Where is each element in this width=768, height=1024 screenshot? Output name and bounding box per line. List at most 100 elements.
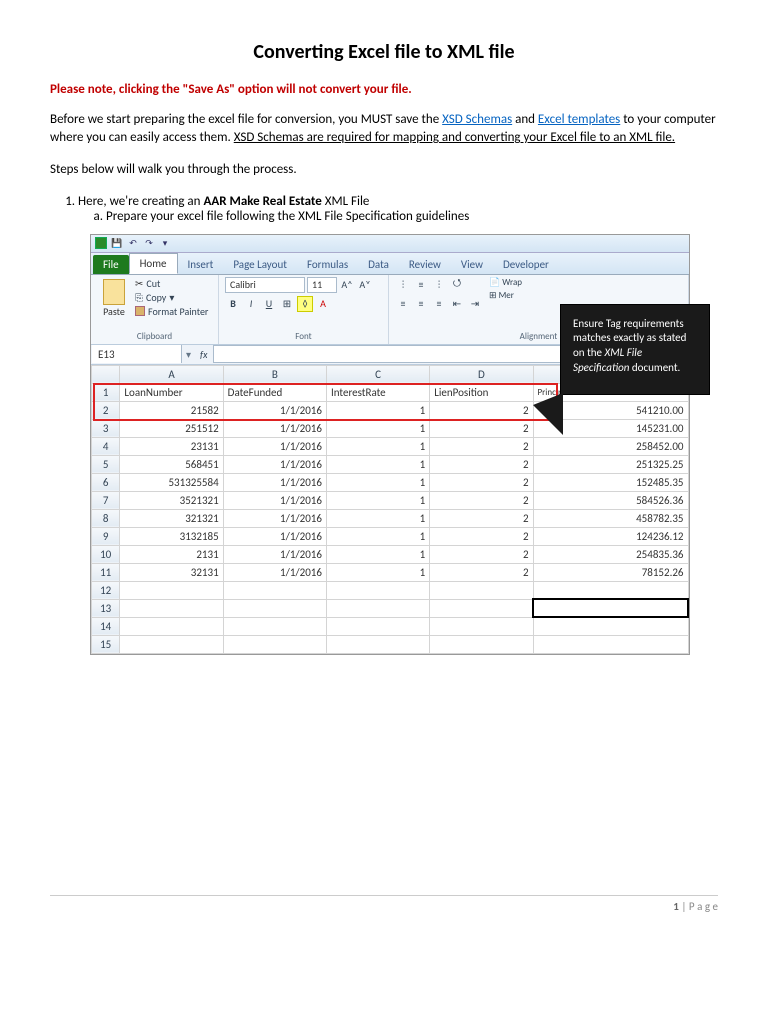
tab-page-layout[interactable]: Page Layout [223, 255, 297, 274]
cell[interactable] [326, 617, 429, 635]
cell[interactable]: 23131 [120, 437, 223, 455]
cell[interactable]: 1/1/2016 [223, 491, 326, 509]
cell[interactable] [120, 617, 223, 635]
col-header[interactable]: B [223, 365, 326, 383]
cell[interactable]: 2 [430, 419, 533, 437]
xsd-schemas-link[interactable]: XSD Schemas [442, 112, 512, 127]
cell[interactable] [430, 635, 533, 653]
row-header[interactable]: 9 [92, 527, 120, 545]
cell[interactable]: 2 [430, 455, 533, 473]
cell[interactable]: 2 [430, 545, 533, 563]
cell[interactable] [120, 581, 223, 599]
orientation-icon[interactable]: ⭯ [449, 277, 465, 293]
cell[interactable]: 3521321 [120, 491, 223, 509]
cell[interactable]: 1/1/2016 [223, 401, 326, 419]
paste-button[interactable]: Paste [97, 277, 131, 318]
cell[interactable]: 2 [430, 509, 533, 527]
tab-insert[interactable]: Insert [178, 255, 224, 274]
cell[interactable]: 1/1/2016 [223, 509, 326, 527]
font-name-combo[interactable]: Calibri [225, 277, 305, 293]
row-header[interactable]: 8 [92, 509, 120, 527]
tab-developer[interactable]: Developer [493, 255, 559, 274]
cell[interactable]: 32131 [120, 563, 223, 581]
wrap-text-button[interactable]: 📄 Wrap [489, 277, 522, 288]
row-header[interactable]: 6 [92, 473, 120, 491]
cell[interactable]: 1/1/2016 [223, 563, 326, 581]
row-header[interactable]: 10 [92, 545, 120, 563]
col-header[interactable]: A [120, 365, 223, 383]
fill-color-button[interactable]: ◊ [297, 296, 313, 312]
cell[interactable] [326, 581, 429, 599]
cell[interactable]: 1 [326, 491, 429, 509]
cell[interactable]: 1/1/2016 [223, 455, 326, 473]
tab-formulas[interactable]: Formulas [297, 255, 358, 274]
cell[interactable] [223, 599, 326, 617]
copy-button[interactable]: ⎘Copy ▾ [135, 291, 208, 304]
cell[interactable]: 1 [326, 437, 429, 455]
indent-inc-icon[interactable]: ⇥ [467, 296, 483, 312]
cell[interactable]: 321321 [120, 509, 223, 527]
cell[interactable]: 531325584 [120, 473, 223, 491]
cut-button[interactable]: ✂Cut [135, 277, 208, 290]
align-middle-icon[interactable]: ≡ [413, 277, 429, 293]
underline-button[interactable]: U [261, 296, 277, 312]
cell[interactable]: 568451 [120, 455, 223, 473]
cell[interactable]: LoanNumber [120, 383, 223, 401]
cell[interactable]: 3132185 [120, 527, 223, 545]
cell[interactable]: 1 [326, 419, 429, 437]
cell[interactable]: InterestRate [326, 383, 429, 401]
cell[interactable] [326, 599, 429, 617]
cell[interactable]: 2 [430, 401, 533, 419]
cell[interactable]: 258452.00 [533, 437, 688, 455]
name-box[interactable]: E13 [92, 345, 182, 363]
cell[interactable] [533, 581, 688, 599]
row-header[interactable]: 1 [92, 383, 120, 401]
cell[interactable]: 251325.25 [533, 455, 688, 473]
italic-button[interactable]: I [243, 296, 259, 312]
cell[interactable] [326, 635, 429, 653]
cell[interactable]: 2131 [120, 545, 223, 563]
cell[interactable]: 78152.26 [533, 563, 688, 581]
cell[interactable]: 1 [326, 473, 429, 491]
cell[interactable]: 1 [326, 527, 429, 545]
cell[interactable]: 21582 [120, 401, 223, 419]
row-header[interactable]: 12 [92, 581, 120, 599]
cell[interactable]: 1 [326, 509, 429, 527]
fx-icon[interactable]: fx [194, 348, 213, 361]
font-color-button[interactable]: A [315, 296, 331, 312]
format-painter-button[interactable]: Format Painter [135, 305, 208, 318]
save-icon[interactable]: 💾 [111, 237, 123, 249]
cell[interactable] [430, 599, 533, 617]
cell[interactable]: 251512 [120, 419, 223, 437]
align-top-icon[interactable]: ⫶ [395, 277, 411, 293]
tab-home[interactable]: Home [129, 253, 178, 274]
cell[interactable]: 2 [430, 491, 533, 509]
cell[interactable]: 124236.12 [533, 527, 688, 545]
cell[interactable]: 254835.36 [533, 545, 688, 563]
row-header[interactable]: 14 [92, 617, 120, 635]
cell[interactable]: 152485.35 [533, 473, 688, 491]
align-center-icon[interactable]: ≡ [413, 296, 429, 312]
cell[interactable]: 1 [326, 563, 429, 581]
spreadsheet[interactable]: A B C D E 1 LoanNumber DateFunded Intere… [91, 365, 689, 654]
indent-dec-icon[interactable]: ⇤ [449, 296, 465, 312]
align-left-icon[interactable]: ≡ [395, 296, 411, 312]
col-header[interactable]: C [326, 365, 429, 383]
row-header[interactable]: 4 [92, 437, 120, 455]
row-header[interactable]: 3 [92, 419, 120, 437]
tab-data[interactable]: Data [358, 255, 399, 274]
cell[interactable]: 2 [430, 437, 533, 455]
cell[interactable] [533, 635, 688, 653]
redo-icon[interactable]: ↷ [143, 237, 155, 249]
border-button[interactable]: ⊞ [279, 296, 295, 312]
cell[interactable]: 1/1/2016 [223, 545, 326, 563]
tab-view[interactable]: View [451, 255, 493, 274]
cell[interactable] [223, 635, 326, 653]
namebox-dropdown-icon[interactable]: ▾ [183, 348, 194, 361]
cell[interactable] [120, 635, 223, 653]
col-header[interactable]: D [430, 365, 533, 383]
cell[interactable]: 1 [326, 455, 429, 473]
selected-cell[interactable] [533, 599, 688, 617]
row-header[interactable]: 13 [92, 599, 120, 617]
qat-more-icon[interactable]: ▾ [159, 237, 171, 249]
